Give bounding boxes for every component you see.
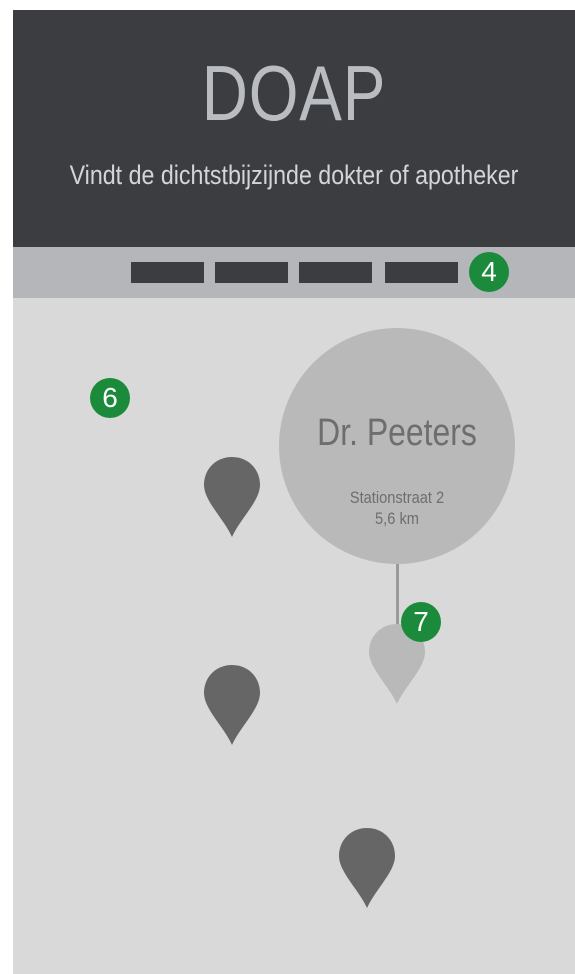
app-subtitle: Vindt de dichtstbijzijnde dokter of apot…: [69, 160, 519, 190]
app-header: DOAP Vindt de dichtstbijzijnde dokter of…: [13, 10, 575, 247]
app-title: DOAP: [201, 49, 387, 137]
nav-tab-2[interactable]: [215, 262, 288, 283]
nav-tab-3[interactable]: [299, 262, 372, 283]
pin-annotation-badge: 7: [401, 602, 441, 642]
location-pin-icon[interactable]: [339, 828, 395, 908]
app-frame: DOAP Vindt de dichtstbijzijnde dokter of…: [13, 10, 575, 974]
nav-tab-4[interactable]: [385, 262, 458, 283]
location-detail-bubble[interactable]: Dr. Peeters Stationstraat 2 5,6 km: [279, 328, 515, 564]
doctor-name: Dr. Peeters: [317, 412, 477, 454]
nav-tab-1[interactable]: [131, 262, 204, 283]
location-pin-icon[interactable]: [204, 665, 260, 745]
doctor-address: Stationstraat 2: [349, 488, 445, 507]
nav-annotation-badge: 4: [469, 252, 509, 292]
doctor-distance: 5,6 km: [375, 509, 419, 528]
nav-bar: 4: [13, 247, 575, 298]
map-annotation-badge: 6: [90, 378, 130, 418]
location-pin-icon[interactable]: [204, 457, 260, 537]
